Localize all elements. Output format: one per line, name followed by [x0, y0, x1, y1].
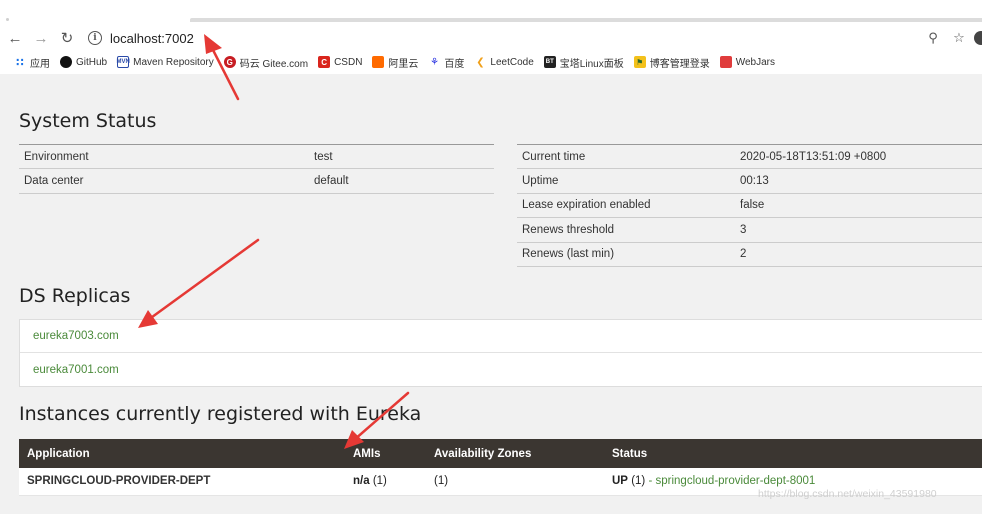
status-row-uptime: Uptime 00:13	[517, 168, 982, 194]
col-header-status: Status	[604, 439, 982, 468]
watermark: https://blog.csdn.net/weixin_43591980	[758, 488, 937, 500]
bookmark-baidu[interactable]: ⚘ 百度	[428, 55, 464, 70]
status-up: UP	[612, 475, 628, 488]
status-key: Renews (last min)	[517, 242, 735, 267]
bookmark-gitee[interactable]: G 码云 Gitee.com	[223, 55, 309, 70]
maven-icon: MVN	[116, 56, 130, 68]
ds-replicas-list: eureka7003.com eureka7001.com	[19, 319, 982, 387]
back-arrow-icon[interactable]: ←	[4, 27, 26, 49]
status-row-renews-last-min: Renews (last min) 2	[517, 242, 982, 267]
bookmark-label: Maven Repository	[133, 56, 214, 68]
bookmark-webjars[interactable]: WebJars	[719, 56, 775, 68]
tab-corner	[6, 18, 9, 21]
forward-arrow-icon[interactable]: →	[30, 27, 52, 49]
status-row-current-time: Current time 2020-05-18T13:51:09 +0800	[517, 143, 982, 170]
status-separator: -	[648, 475, 653, 488]
tab-strip	[0, 0, 982, 22]
bookmark-label: 宝塔Linux面板	[559, 58, 624, 70]
bookmark-github[interactable]: GitHub	[60, 56, 107, 68]
bookmark-label: CSDN	[334, 56, 363, 68]
instance-amis: n/a (1)	[345, 468, 426, 496]
col-header-amis: AMIs	[345, 439, 426, 468]
toolbar-actions: ⚲ ☆	[922, 24, 982, 52]
instance-application: SPRINGCLOUD-PROVIDER-DEPT	[19, 468, 345, 496]
ds-replicas-title: DS Replicas	[19, 285, 131, 307]
github-icon	[60, 56, 72, 68]
csdn-icon: C	[318, 56, 331, 68]
reload-icon[interactable]: ↻	[56, 27, 78, 49]
bookmark-label: LeetCode	[490, 56, 534, 68]
bookmark-label: 码云 Gitee.com	[239, 58, 309, 70]
webjars-icon	[719, 56, 732, 68]
instance-link[interactable]: springcloud-provider-dept-8001	[656, 475, 816, 487]
status-key: Current time	[517, 143, 735, 170]
bt-panel-icon: BT	[543, 56, 556, 68]
leetcode-icon: ❮	[474, 56, 487, 68]
amis-count: (1)	[372, 475, 387, 488]
replica-link-eureka7001[interactable]: eureka7001.com	[20, 353, 982, 386]
bookmark-maven[interactable]: MVN Maven Repository	[116, 56, 214, 68]
instances-title: Instances currently registered with Eure…	[19, 403, 422, 425]
baidu-icon: ⚘	[428, 56, 441, 68]
status-row-lease-expiration: Lease expiration enabled false	[517, 193, 982, 219]
bookmark-aliyun[interactable]: 阿里云	[372, 55, 418, 70]
status-key: Lease expiration enabled	[517, 193, 735, 219]
status-value: 2020-05-18T13:51:09 +0800	[735, 143, 982, 170]
bookmarks-bar: ∷ 应用 GitHub MVN Maven Repository G 码云 Gitee…	[0, 52, 982, 72]
address-url[interactable]: localhost:7002	[110, 31, 194, 46]
bookmark-label: 阿里云	[388, 58, 419, 70]
bookmark-blog[interactable]: ⚑ 博客管理登录	[633, 55, 710, 70]
zoom-icon[interactable]: ⚲	[922, 30, 944, 46]
status-key: Uptime	[517, 168, 735, 194]
bookmark-apps[interactable]: ∷ 应用	[14, 55, 50, 70]
bookmark-label: 百度	[444, 58, 465, 70]
status-key: Renews threshold	[517, 217, 735, 243]
eureka-dashboard: System Status Environment test Data cent…	[0, 74, 982, 514]
apps-grid-icon: ∷	[16, 56, 24, 69]
status-key: Environment	[19, 143, 309, 170]
bookmark-label: GitHub	[76, 56, 108, 68]
bookmark-leetcode[interactable]: ❮ LeetCode	[474, 56, 534, 68]
address-bar[interactable]: i localhost:7002	[88, 26, 194, 50]
blog-icon: ⚑	[633, 56, 646, 68]
tab-edge	[190, 18, 982, 22]
profile-avatar[interactable]	[974, 31, 982, 45]
bookmark-label: 应用	[30, 58, 50, 70]
instance-zones: (1)	[426, 468, 604, 496]
instances-header-row: Application AMIs Availability Zones Stat…	[19, 439, 982, 468]
status-value: 00:13	[735, 168, 982, 194]
status-count: (1)	[631, 475, 646, 488]
status-value: false	[735, 193, 982, 219]
site-info-icon[interactable]: i	[88, 31, 102, 45]
status-key: Data center	[19, 168, 309, 194]
bookmark-label: WebJars	[735, 56, 775, 68]
bookmark-star-icon[interactable]: ☆	[948, 30, 970, 46]
status-row-data-center: Data center default	[19, 168, 494, 194]
bookmark-label: 博客管理登录	[649, 58, 710, 70]
system-status-title: System Status	[19, 110, 157, 132]
bookmark-bt-panel[interactable]: BT 宝塔Linux面板	[543, 55, 624, 70]
status-value: default	[309, 168, 494, 194]
gitee-icon: G	[223, 56, 236, 68]
status-row-renews-threshold: Renews threshold 3	[517, 217, 982, 243]
aliyun-icon	[372, 56, 385, 68]
status-value: test	[309, 143, 494, 170]
system-status-table-right: Current time 2020-05-18T13:51:09 +0800 U…	[517, 143, 982, 267]
replica-link-eureka7003[interactable]: eureka7003.com	[20, 320, 982, 353]
status-row-environment: Environment test	[19, 143, 494, 170]
amis-value: n/a	[353, 475, 370, 488]
col-header-availability-zones: Availability Zones	[426, 439, 604, 468]
bookmark-csdn[interactable]: C CSDN	[318, 56, 362, 68]
status-value: 3	[735, 217, 982, 243]
system-status-table-left: Environment test Data center default	[19, 143, 494, 194]
browser-toolbar: ← → ↻ i localhost:7002 ⚲ ☆	[0, 24, 982, 52]
col-header-application: Application	[19, 439, 345, 468]
status-value: 2	[735, 242, 982, 267]
